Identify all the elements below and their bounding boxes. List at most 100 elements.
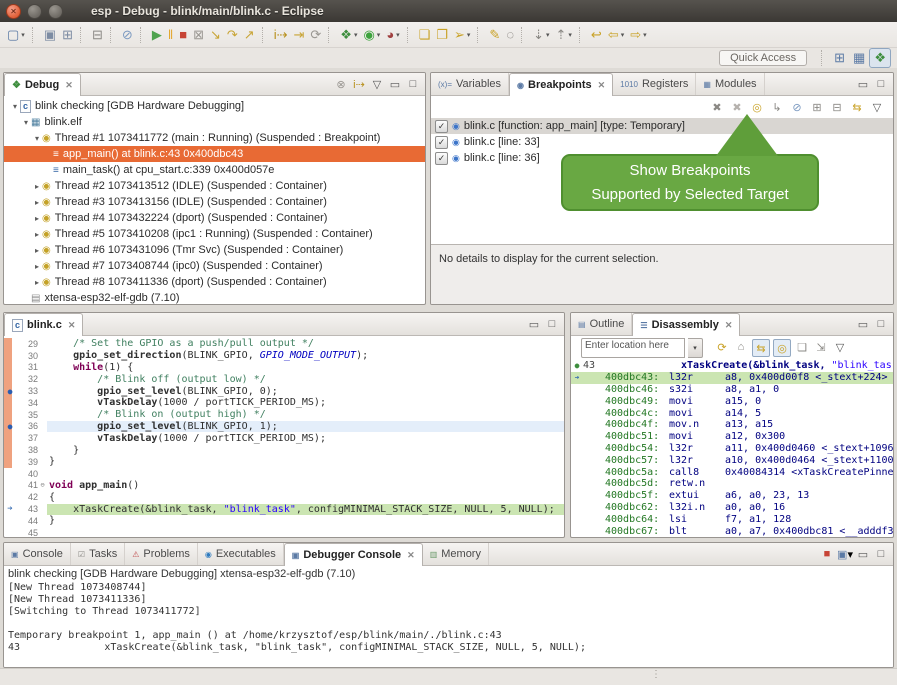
sync-selection-button[interactable]: ⇆ xyxy=(752,339,770,357)
annotation-nav-button[interactable]: ⇣▾ xyxy=(530,25,552,45)
minimize-button[interactable]: ▭ xyxy=(855,316,871,332)
tab-debug[interactable]: ❖ Debug ✕ xyxy=(4,73,81,96)
profile-button[interactable]: ⟳ xyxy=(307,25,324,45)
back-button[interactable]: ⇦▾ xyxy=(605,25,627,45)
collapse-all-button[interactable]: ⊟ xyxy=(829,99,845,115)
disassembly-line[interactable]: 400dbc6a:bnonea0, a1, 0x400dbc8b <__addd… xyxy=(571,537,893,538)
tab-registers[interactable]: 1010Registers xyxy=(613,73,696,95)
view-menu-button[interactable]: ▽ xyxy=(832,339,848,355)
debug-tree-item[interactable]: ▤xtensa-esp32-elf-gdb (7.10) xyxy=(4,290,425,305)
code-line[interactable]: 35 /* Blink on (output high) */ xyxy=(4,409,564,421)
disassembly-line[interactable]: ➔400dbc43:l32ra8, 0x400d00f8 <_stext+224… xyxy=(571,372,893,384)
disassembly-line[interactable]: 400dbc64:lsif7, a1, 128 xyxy=(571,513,893,525)
maximize-button[interactable]: □ xyxy=(873,546,889,562)
open-file-button[interactable]: ❏ xyxy=(416,25,434,45)
expander-icon[interactable]: ▸ xyxy=(32,278,42,287)
window-maximize-button[interactable] xyxy=(48,4,63,19)
expand-all-button[interactable]: ⊞ xyxy=(809,99,825,115)
tab-memory[interactable]: ▥Memory xyxy=(423,543,489,565)
window-minimize-button[interactable] xyxy=(27,4,42,19)
tab-tasks[interactable]: ☑Tasks xyxy=(71,543,125,565)
expander-icon[interactable]: ▸ xyxy=(32,230,42,239)
code-line[interactable]: 40 xyxy=(4,468,564,480)
location-input[interactable]: Enter location here xyxy=(581,338,685,358)
go-home-button[interactable]: ⌂ xyxy=(733,339,749,355)
maximize-button[interactable]: □ xyxy=(544,316,560,332)
debug-tree-item[interactable]: ▸◉Thread #2 1073413512 (IDLE) (Suspended… xyxy=(4,178,425,194)
last-edit-location-button[interactable]: ↩ xyxy=(588,25,605,45)
refresh-view-button[interactable]: ⟳ xyxy=(714,339,730,355)
run-button[interactable]: ◉▾ xyxy=(360,25,383,45)
debug-tree-item[interactable]: ▸◉Thread #7 1073408744 (ipc0) (Suspended… xyxy=(4,258,425,274)
display-selected-console-button[interactable]: ▣▾ xyxy=(837,546,853,562)
debug-tree-item[interactable]: ▾▦blink.elf xyxy=(4,114,425,130)
remove-all-breakpoints-button[interactable]: ✖ xyxy=(729,99,745,115)
expander-icon[interactable]: ▾ xyxy=(32,134,42,143)
fold-icon[interactable]: ⊖ xyxy=(38,481,47,489)
disassembly-line[interactable]: 400dbc54:l32ra11, 0x400d0460 <_stext+109… xyxy=(571,443,893,455)
expander-icon[interactable]: ▸ xyxy=(32,214,42,223)
expander-icon[interactable]: ▸ xyxy=(32,198,42,207)
code-line[interactable]: ●33 gpio_set_level(BLINK_GPIO, 0); xyxy=(4,385,564,397)
open-perspective-button[interactable]: ⊞ xyxy=(830,49,849,67)
breakpoint-icon[interactable]: ● xyxy=(4,422,16,431)
disassembly-listing[interactable]: ●43xTaskCreate(&blink_task, "blink_tas➔4… xyxy=(571,360,893,538)
disassembly-line[interactable]: 400dbc57:l32ra10, 0x400d0464 <_stext+110… xyxy=(571,454,893,466)
disassembly-line[interactable]: ●43xTaskCreate(&blink_task, "blink_tas xyxy=(571,360,893,372)
minimize-button[interactable]: ▭ xyxy=(855,546,871,562)
debug-tree-item[interactable]: ▸◉Thread #4 1073432224 (dport) (Suspende… xyxy=(4,210,425,226)
debug-tree-item[interactable]: ▾cblink checking [GDB Hardware Debugging… xyxy=(4,98,425,114)
step-return-button[interactable]: ↗ xyxy=(241,25,258,45)
code-line[interactable]: 44} xyxy=(4,515,564,527)
save-all-button[interactable]: ⊞ xyxy=(59,25,76,45)
step-over-button[interactable]: ↷ xyxy=(224,25,241,45)
skip-all-breakpoints-button[interactable]: ⊘ xyxy=(119,25,136,45)
next-annotation-button[interactable]: ⇡▾ xyxy=(552,25,574,45)
tab-breakpoints[interactable]: ◉Breakpoints✕ xyxy=(509,73,613,96)
new-wizard-button[interactable]: ▢▾ xyxy=(4,25,28,45)
debug-tree-item[interactable]: ≡main_task() at cpu_start.c:339 0x400d05… xyxy=(4,162,425,178)
disconnect-button[interactable]: ⊠ xyxy=(190,25,207,45)
disassembly-line[interactable]: 400dbc67:blta0, a7, 0x400dbc81 <__adddf3… xyxy=(571,525,893,537)
breakpoint-icon[interactable]: ● xyxy=(4,387,16,396)
code-line[interactable]: 30 gpio_set_direction(BLINK_GPIO, GPIO_M… xyxy=(4,350,564,362)
disassembly-line[interactable]: 400dbc46:s32ia8, a1, 0 xyxy=(571,384,893,396)
terminate-button[interactable]: ■ xyxy=(819,546,835,562)
sash-grip[interactable]: ⋮ xyxy=(651,669,661,680)
code-line[interactable]: 38 } xyxy=(4,444,564,456)
close-icon[interactable]: ✕ xyxy=(65,80,73,91)
quick-access-button[interactable]: Quick Access xyxy=(719,50,807,66)
view-menu-button[interactable]: ▽ xyxy=(869,99,885,115)
resume-button[interactable]: ▶ xyxy=(149,25,165,45)
code-line[interactable]: 37 vTaskDelay(1000 / portTICK_PERIOD_MS)… xyxy=(4,432,564,444)
debug-tree-item[interactable]: ▸◉Thread #5 1073410208 (ipc1 : Running) … xyxy=(4,226,425,242)
tab-problems[interactable]: ⚠Problems xyxy=(125,543,198,565)
coverage-button[interactable]: ◕▾ xyxy=(383,25,402,45)
debug-tree-item[interactable]: ▸◉Thread #3 1073413156 (IDLE) (Suspended… xyxy=(4,194,425,210)
code-line[interactable]: 45 xyxy=(4,527,564,538)
tab-blink-c[interactable]: c blink.c ✕ xyxy=(4,313,83,336)
minimize-button[interactable]: ▭ xyxy=(526,316,542,332)
code-line[interactable]: ●36 gpio_set_level(BLINK_GPIO, 1); xyxy=(4,421,564,433)
window-close-button[interactable]: ✕ xyxy=(6,4,21,19)
expander-icon[interactable]: ▾ xyxy=(21,118,31,127)
code-line[interactable]: ➔43 xTaskCreate(&blink_task, "blink_task… xyxy=(4,503,564,515)
code-line[interactable]: 41⊖void app_main() xyxy=(4,480,564,492)
code-line[interactable]: 42{ xyxy=(4,491,564,503)
disassembly-line[interactable]: 400dbc5a:call80x40084314 <xTaskCreatePin… xyxy=(571,466,893,478)
code-line[interactable]: 29 /* Set the GPIO as a push/pull output… xyxy=(4,338,564,350)
expander-icon[interactable]: ▸ xyxy=(32,262,42,271)
suspend-button[interactable]: ‖ xyxy=(165,25,176,45)
show-source-button[interactable]: ◎ xyxy=(773,339,791,357)
open-folder-button[interactable]: ❐ xyxy=(433,25,451,45)
disassembly-line[interactable]: 400dbc62:l32i.na0, a0, 16 xyxy=(571,502,893,514)
use-step-filters-button[interactable]: ⇥ xyxy=(290,25,307,45)
disassembly-line[interactable]: 400dbc4f:mov.na13, a15 xyxy=(571,419,893,431)
open-new-view-button[interactable]: ⇲ xyxy=(813,339,829,355)
minimize-button[interactable]: ▭ xyxy=(855,76,871,92)
maximize-button[interactable]: □ xyxy=(405,76,421,92)
debug-tree-item[interactable]: ▸◉Thread #6 1073431096 (Tmr Svc) (Suspen… xyxy=(4,242,425,258)
console-output[interactable]: blink checking [GDB Hardware Debugging] … xyxy=(4,566,893,668)
location-dropdown-button[interactable]: ▾ xyxy=(688,338,703,358)
print-button[interactable]: ⊟ xyxy=(89,25,106,45)
